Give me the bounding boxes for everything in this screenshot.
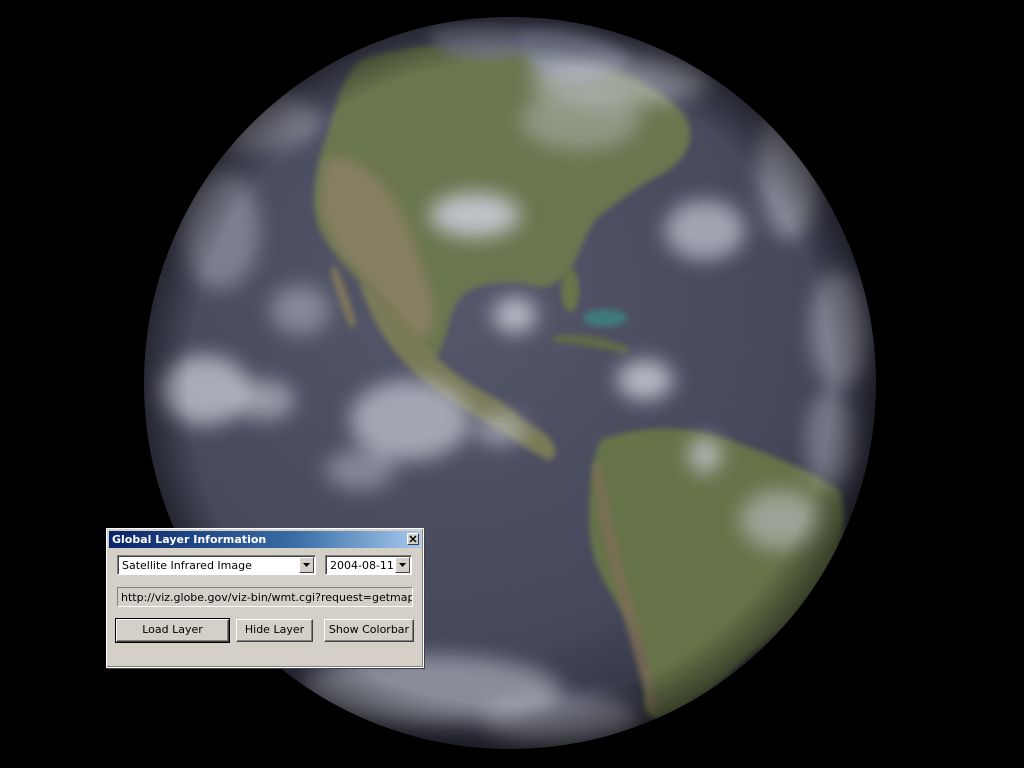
chevron-down-icon bbox=[303, 563, 310, 567]
date-select-dropdown-button[interactable] bbox=[395, 557, 410, 573]
layer-url-field[interactable]: http://viz.globe.gov/viz-bin/wmt.cgi?req… bbox=[117, 587, 413, 607]
layer-url-value: http://viz.globe.gov/viz-bin/wmt.cgi?req… bbox=[121, 591, 412, 604]
chevron-down-icon bbox=[399, 563, 406, 567]
hide-layer-button[interactable]: Hide Layer bbox=[236, 619, 313, 642]
show-colorbar-button[interactable]: Show Colorbar bbox=[324, 619, 414, 642]
dialog-titlebar[interactable]: Global Layer Information bbox=[109, 531, 421, 548]
load-layer-button[interactable]: Load Layer bbox=[115, 618, 230, 643]
close-button[interactable] bbox=[407, 533, 419, 545]
date-select[interactable]: 2004-08-11 bbox=[325, 555, 412, 575]
globe-viewport[interactable]: Global Layer Information Satellite Infra… bbox=[0, 0, 1024, 768]
global-layer-dialog: Global Layer Information Satellite Infra… bbox=[106, 528, 424, 668]
close-icon bbox=[409, 535, 417, 543]
dialog-title: Global Layer Information bbox=[112, 533, 267, 546]
layer-select-value: Satellite Infrared Image bbox=[122, 559, 252, 572]
layer-select[interactable]: Satellite Infrared Image bbox=[117, 555, 316, 575]
date-select-value: 2004-08-11 bbox=[330, 559, 394, 572]
layer-select-dropdown-button[interactable] bbox=[299, 557, 314, 573]
